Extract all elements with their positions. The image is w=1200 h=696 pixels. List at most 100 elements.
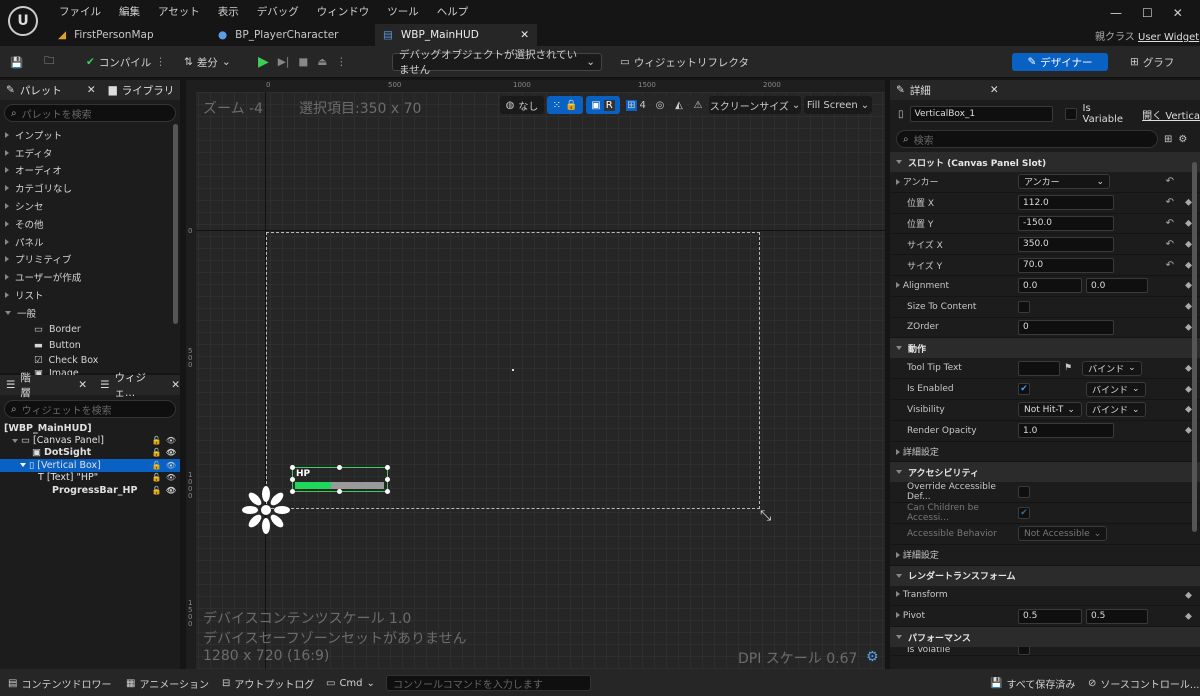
selection-handle[interactable]: [385, 465, 390, 470]
close-icon[interactable]: ✕: [87, 84, 96, 96]
tab-close-icon[interactable]: ✕: [520, 29, 529, 41]
section-accessibility[interactable]: アクセシビリティ: [890, 462, 1200, 483]
widget-name-field[interactable]: VerticalBox_1: [909, 106, 1054, 122]
section-slot[interactable]: スロット (Canvas Panel Slot): [890, 152, 1200, 172]
open-link[interactable]: 開く Vertica: [1142, 107, 1200, 122]
bind-icon[interactable]: ⬥: [1185, 363, 1192, 374]
zorder-field[interactable]: 0: [1018, 319, 1114, 335]
tree-item-vertical-box[interactable]: ▯ [Vertical Box] 🔓 👁: [0, 459, 180, 472]
bind-dropdown[interactable]: バインド ⌄: [1086, 381, 1146, 397]
selection-handle[interactable]: [337, 489, 342, 494]
reset-icon[interactable]: ↶: [1166, 260, 1174, 271]
override-accessible-checkbox[interactable]: [1018, 486, 1030, 499]
browse-icon[interactable]: 🗀: [44, 53, 55, 71]
prop-advanced-accessibility[interactable]: 詳細設定: [890, 545, 1200, 566]
expand-icon[interactable]: [20, 463, 26, 468]
position-x-field[interactable]: 112.0: [1018, 195, 1114, 211]
tree-item-root[interactable]: [WBP_MainHUD]: [0, 422, 180, 434]
bind-icon[interactable]: ⬥: [1185, 280, 1192, 291]
palette-item-checkbox[interactable]: ☑ Check Box: [0, 353, 170, 369]
tab-player-character[interactable]: ● BP_PlayerCharacter: [210, 24, 375, 46]
maximize-icon[interactable]: ☐: [1142, 6, 1153, 20]
screen-size-dropdown[interactable]: スクリーンサイズ ⌄: [709, 96, 801, 114]
save-icon[interactable]: 💾: [10, 53, 23, 71]
minimize-icon[interactable]: —: [1110, 6, 1122, 20]
vertical-box-widget[interactable]: HP: [290, 465, 390, 494]
tab-details[interactable]: 詳細: [910, 83, 931, 98]
lock-icon[interactable]: 🔓: [152, 486, 162, 495]
eye-icon[interactable]: 👁: [166, 473, 176, 482]
section-performance[interactable]: パフォーマンス: [890, 627, 1200, 648]
bind-icon[interactable]: ⬥: [1185, 384, 1192, 395]
eye-icon[interactable]: 👁: [166, 486, 176, 495]
hp-progress-bar[interactable]: [295, 482, 384, 489]
localization-button[interactable]: ◍ なし: [500, 96, 544, 114]
alignment-y-field[interactable]: 0.0: [1086, 278, 1148, 294]
settings-icon[interactable]: ⚙: [1178, 134, 1187, 145]
category-misc[interactable]: その他: [0, 215, 170, 233]
warning-button[interactable]: ⚠: [690, 96, 706, 114]
play-icon[interactable]: ▶: [258, 54, 269, 70]
category-general[interactable]: 一般: [0, 304, 170, 322]
children-accessible-checkbox[interactable]: ✔: [1018, 507, 1030, 520]
tree-item-dotsight[interactable]: ▣ DotSight 🔓 👁: [0, 447, 180, 459]
bind-icon[interactable]: ⬥: [1185, 322, 1192, 333]
category-user-created[interactable]: ユーザーが作成: [0, 268, 170, 286]
menu-window[interactable]: ウィンドウ: [308, 4, 379, 20]
cmd-dropdown[interactable]: ▭ Cmd ⌄: [326, 675, 375, 691]
fill-screen-dropdown[interactable]: Fill Screen ⌄: [804, 96, 872, 114]
size-x-field[interactable]: 350.0: [1018, 236, 1114, 252]
content-drawer-button[interactable]: ▤ コンテンツドロワー: [8, 675, 111, 691]
tab-main-hud[interactable]: ▤ WBP_MainHUD ✕: [375, 24, 537, 46]
animation-button[interactable]: ▦ アニメーション: [126, 675, 209, 691]
palette-search-input[interactable]: ⌕ パレットを検索: [4, 104, 176, 122]
category-panel[interactable]: パネル: [0, 233, 170, 251]
table-view-icon[interactable]: ⊞: [1164, 134, 1172, 145]
lock-icon[interactable]: 🔓: [152, 448, 162, 457]
eye-icon[interactable]: 👁: [166, 436, 176, 445]
menu-file[interactable]: ファイル: [50, 4, 110, 20]
designer-viewport[interactable]: 0 500 1000 1500 2000 0 5 0 0 1 0 0 0 1 5…: [186, 80, 885, 669]
lock-icon[interactable]: 🔓: [152, 461, 162, 470]
menu-tools[interactable]: ツール: [378, 4, 428, 20]
tab-first-person-map[interactable]: ◢ FirstPersonMap: [50, 24, 210, 46]
parent-class-link[interactable]: User Widget: [1138, 32, 1199, 43]
reset-icon[interactable]: ↶: [1166, 218, 1174, 229]
expand-icon[interactable]: [12, 438, 18, 443]
menu-debug[interactable]: デバッグ: [248, 4, 308, 20]
render-opacity-field[interactable]: 1.0: [1018, 423, 1114, 439]
section-behavior[interactable]: 動作: [890, 338, 1200, 359]
snap-button[interactable]: ⁙ 🔒: [547, 96, 583, 114]
tree-item-text-hp[interactable]: T [Text] "HP" 🔓 👁: [0, 472, 180, 484]
widget-search-input[interactable]: ⌕ ウィジェットを検索: [4, 400, 176, 418]
lock-icon[interactable]: 🔓: [152, 473, 162, 482]
output-log-button[interactable]: ⊟ アウトプットログ: [222, 675, 314, 691]
category-input[interactable]: インプット: [0, 126, 170, 144]
selection-handle[interactable]: [337, 465, 342, 470]
menu-edit[interactable]: 編集: [110, 4, 149, 20]
anchor-gizmo-icon[interactable]: [240, 484, 292, 536]
category-uncategorized[interactable]: カテゴリなし: [0, 179, 170, 197]
respect-lock-button[interactable]: ▣ R: [586, 96, 620, 114]
eye-icon[interactable]: 👁: [166, 461, 176, 470]
designer-button[interactable]: ✎ デザイナー: [1012, 53, 1108, 71]
category-audio[interactable]: オーディオ: [0, 162, 170, 180]
close-icon[interactable]: ✕: [1173, 6, 1183, 20]
tab-hierarchy[interactable]: 階層: [20, 370, 41, 400]
palette-scrollbar[interactable]: [173, 124, 178, 324]
category-synth[interactable]: シンセ: [0, 197, 170, 215]
bind-icon[interactable]: ⬥: [1185, 425, 1192, 436]
step-icon[interactable]: ▶|: [278, 56, 290, 68]
bind-icon[interactable]: ⬥: [1185, 611, 1192, 622]
tab-library[interactable]: ライブラリ: [122, 83, 175, 98]
debug-object-dropdown[interactable]: デバッグオブジェクトが選択されていません ⌄: [392, 49, 602, 76]
resize-handle-icon[interactable]: ⤡: [760, 508, 771, 524]
is-volatile-checkbox[interactable]: [1018, 647, 1030, 656]
tree-item-progressbar-hp[interactable]: ProgressBar_HP 🔓 👁: [0, 484, 180, 496]
tab-palette[interactable]: パレット: [20, 83, 62, 98]
save-all-button[interactable]: 💾 すべて保存済み: [990, 675, 1075, 691]
dpi-settings-icon[interactable]: ⚙: [866, 649, 879, 665]
reset-icon[interactable]: ↶: [1166, 176, 1174, 187]
prop-advanced-behavior[interactable]: 詳細設定: [890, 442, 1200, 463]
tooltip-field[interactable]: [1018, 360, 1060, 376]
